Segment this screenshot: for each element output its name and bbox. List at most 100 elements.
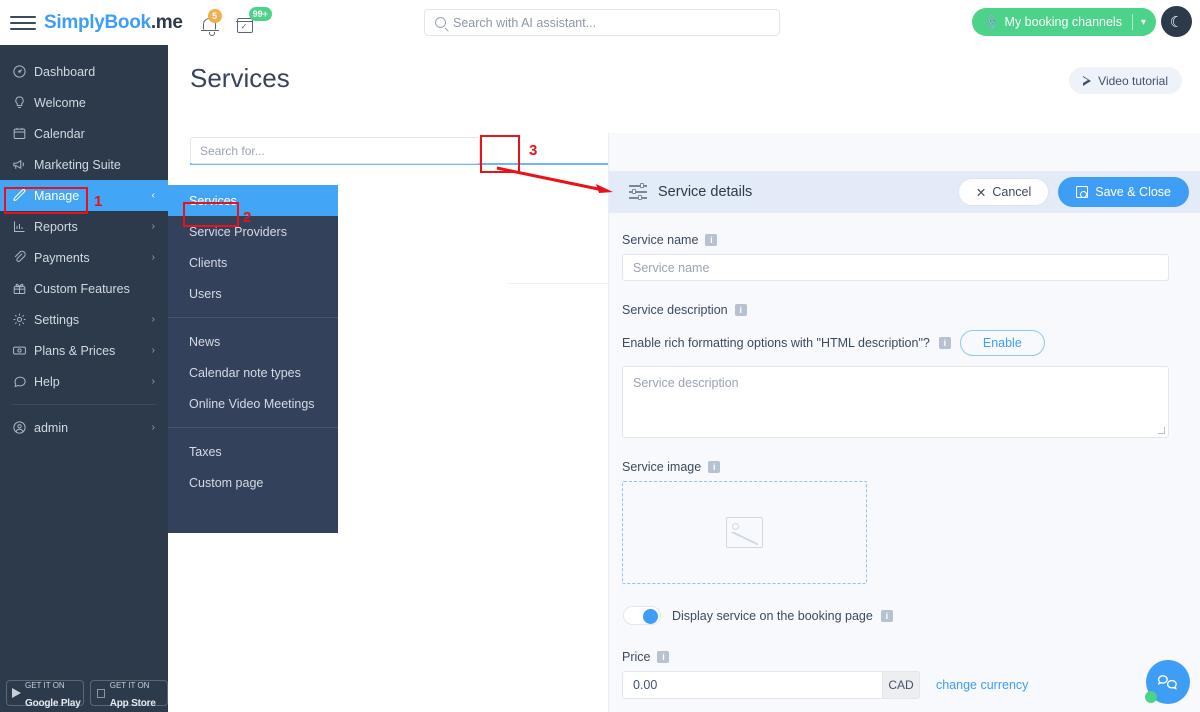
sidebar-item-payments[interactable]: Payments › bbox=[0, 242, 168, 273]
gift-icon bbox=[12, 281, 34, 296]
link-icon: 🔗 bbox=[982, 13, 1002, 32]
display-service-label: Display service on the booking page bbox=[672, 608, 873, 623]
submenu-item-calendar-note-types[interactable]: Calendar note types bbox=[168, 357, 338, 388]
ai-search-input[interactable]: Search with AI assistant... bbox=[424, 9, 780, 36]
megaphone-icon bbox=[12, 157, 34, 172]
sidebar-divider bbox=[12, 404, 156, 405]
enable-html-button[interactable]: Enable bbox=[959, 330, 1045, 356]
sidebar-item-label: Payments bbox=[34, 250, 90, 265]
info-icon[interactable]: i bbox=[880, 609, 893, 622]
sidebar-item-label: Manage bbox=[34, 188, 80, 203]
price-input[interactable]: 0.00 bbox=[622, 671, 882, 699]
sidebar-item-admin[interactable]: admin › bbox=[0, 412, 168, 443]
change-currency-link[interactable]: change currency bbox=[936, 678, 1028, 692]
sidebar-item-plans-prices[interactable]: Plans & Prices › bbox=[0, 335, 168, 366]
annotation-number-3: 3 bbox=[529, 142, 538, 159]
service-image-dropzone[interactable] bbox=[622, 481, 867, 584]
info-icon[interactable]: i bbox=[734, 304, 747, 316]
sidebar-item-help[interactable]: Help › bbox=[0, 366, 168, 397]
submenu-item-label: Calendar note types bbox=[189, 365, 301, 380]
submenu-item-online-video-meetings[interactable]: Online Video Meetings bbox=[168, 388, 338, 419]
sidebar-item-calendar[interactable]: Calendar bbox=[0, 118, 168, 149]
support-chat-button[interactable] bbox=[1145, 660, 1190, 704]
info-icon[interactable]: i bbox=[938, 337, 951, 349]
sidebar-item-label: Custom Features bbox=[34, 281, 130, 296]
banknote-icon bbox=[12, 343, 34, 358]
submenu-item-label: Service Providers bbox=[189, 224, 287, 239]
brand-logo[interactable]: SimplyBook.me bbox=[44, 12, 183, 34]
service-description-textarea[interactable]: Service description bbox=[622, 366, 1169, 438]
display-service-toggle[interactable] bbox=[623, 606, 661, 625]
sidebar-item-settings[interactable]: Settings › bbox=[0, 304, 168, 335]
save-and-close-button[interactable]: Save & Close bbox=[1058, 177, 1189, 207]
submenu-item-news[interactable]: News bbox=[168, 326, 338, 357]
submenu-item-users[interactable]: Users bbox=[168, 278, 338, 309]
brand-logo-s: S bbox=[44, 11, 57, 33]
info-icon[interactable]: i bbox=[657, 651, 670, 663]
notifications-bell[interactable]: 5 bbox=[199, 8, 222, 36]
google-play-badge[interactable]: GET IT ON Google Play bbox=[6, 680, 84, 709]
service-name-placeholder: Service name bbox=[633, 260, 710, 275]
sidebar-item-label: Settings bbox=[34, 312, 80, 327]
sidebar-item-marketing-suite[interactable]: Marketing Suite bbox=[0, 149, 168, 180]
theme-toggle-button[interactable]: ☾ bbox=[1161, 6, 1192, 37]
save-disk-icon bbox=[1076, 186, 1089, 198]
sidebar-item-welcome[interactable]: Welcome bbox=[0, 87, 168, 118]
my-booking-channels-button[interactable]: 🔗 My booking channels ▾ bbox=[971, 8, 1156, 36]
cancel-button[interactable]: ✕ Cancel bbox=[957, 178, 1050, 206]
price-value: 0.00 bbox=[633, 678, 658, 692]
sidebar-item-custom-features[interactable]: Custom Features bbox=[0, 273, 168, 304]
submenu-item-custom-page[interactable]: Custom page bbox=[168, 467, 338, 498]
apple-icon:  bbox=[96, 687, 106, 700]
services-search-input[interactable]: Search for... bbox=[190, 137, 480, 164]
sidebar-item-label: Calendar bbox=[34, 126, 85, 141]
currency-addon: CAD bbox=[882, 671, 920, 699]
calendar-check-glyph: ✓ bbox=[240, 21, 248, 31]
user-circle-icon bbox=[12, 420, 34, 435]
submenu-item-services[interactable]: Services bbox=[168, 185, 338, 216]
service-details-header: Service details ✕ Cancel Save & Close bbox=[609, 171, 1200, 213]
submenu-item-service-providers[interactable]: Service Providers bbox=[168, 216, 338, 247]
image-placeholder-icon bbox=[726, 517, 763, 548]
submenu-item-taxes[interactable]: Taxes bbox=[168, 436, 338, 467]
google-play-big: Google Play bbox=[25, 698, 81, 709]
service-name-label: Service name bbox=[622, 233, 699, 247]
sidebar-item-label: admin bbox=[34, 420, 69, 435]
sidebar-item-label: Help bbox=[34, 374, 60, 389]
top-bar: SimplyBook.me 5 ✓ 99+ Search with AI ass… bbox=[0, 0, 1200, 45]
service-name-input[interactable]: Service name bbox=[622, 254, 1169, 281]
ai-search-placeholder: Search with AI assistant... bbox=[453, 15, 597, 30]
services-search-placeholder: Search for... bbox=[200, 143, 265, 158]
app-store-badge[interactable]:  GET IT ON App Store bbox=[90, 680, 168, 709]
display-service-toggle-row: Display service on the booking page i bbox=[623, 606, 1179, 625]
bulb-icon bbox=[12, 95, 34, 110]
annotation-number-1: 1 bbox=[94, 193, 103, 210]
chevron-right-icon: › bbox=[151, 221, 155, 232]
video-tutorial-button[interactable]: Video tutorial bbox=[1069, 67, 1182, 94]
sidebar-item-dashboard[interactable]: Dashboard bbox=[0, 56, 168, 87]
search-icon bbox=[435, 17, 446, 28]
calendar-tasks-button[interactable]: ✓ 99+ bbox=[235, 6, 272, 36]
sidebar-item-reports[interactable]: Reports › bbox=[0, 211, 168, 242]
gear-icon bbox=[12, 312, 34, 327]
submenu-item-clients[interactable]: Clients bbox=[168, 247, 338, 278]
hamburger-icon[interactable] bbox=[10, 10, 36, 36]
submenu-divider bbox=[168, 427, 338, 428]
submenu-item-label: Users bbox=[189, 286, 222, 301]
app-store-small: GET IT ON bbox=[100, 681, 150, 690]
pencil-icon bbox=[12, 188, 34, 203]
sidebar-item-manage[interactable]: Manage ‹ bbox=[0, 180, 168, 211]
info-icon[interactable]: i bbox=[705, 234, 718, 246]
service-image-label-row: Service image i bbox=[622, 460, 1179, 474]
price-label: Price bbox=[622, 650, 651, 664]
chat-icon bbox=[12, 374, 34, 389]
info-icon[interactable]: i bbox=[708, 461, 721, 473]
badge-text: GET IT ON Google Play bbox=[25, 675, 81, 711]
app-store-big: App Store bbox=[100, 698, 156, 709]
chevron-down-icon[interactable]: ▾ bbox=[1141, 17, 1146, 28]
service-name-label-row: Service name i bbox=[622, 233, 1179, 247]
annotation-number-2: 2 bbox=[243, 209, 252, 226]
service-details-panel: Service details ✕ Cancel Save & Close Se… bbox=[608, 133, 1200, 712]
submenu-item-label: Services bbox=[189, 193, 237, 208]
